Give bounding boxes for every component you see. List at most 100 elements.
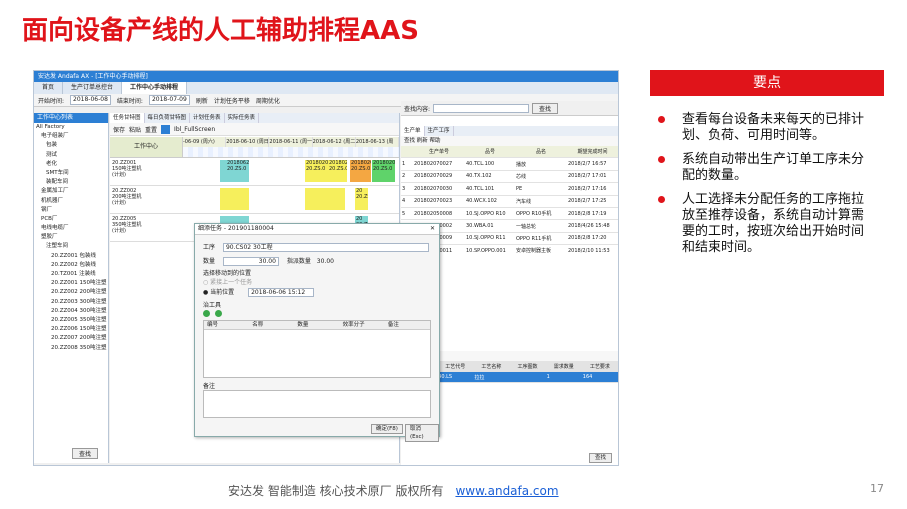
tree-item[interactable]: 装配车间	[34, 178, 108, 187]
table-cell: 40.LS	[437, 371, 474, 383]
fullscreen-button[interactable]: Ibl_FullScreen	[174, 126, 215, 133]
option-current-pos[interactable]: ● 当前位置 2018-06-06 15:12	[203, 287, 315, 297]
tab-plan-task-table[interactable]: 计划任务表	[190, 113, 225, 123]
tree-item[interactable]: 20.ZZ001 包装线	[34, 252, 108, 261]
gantt-day: 2018-06-11 (周一)	[269, 137, 313, 147]
refresh-button[interactable]: 刷新	[417, 138, 428, 144]
tree-item[interactable]: 电子组装厂	[34, 132, 108, 141]
search-label: 查找内容:	[404, 105, 431, 113]
find-button[interactable]: 查找	[404, 138, 415, 144]
key-points-list: 查看每台设备未来每天的已排计划、负荷、可用时间等。 系统自动带出生产订单工序未分…	[658, 112, 870, 264]
task-block[interactable]: 20180620 20.ZS.0	[226, 160, 249, 182]
tab-production-order[interactable]: 生产单	[401, 126, 425, 136]
add-icon[interactable]	[203, 310, 210, 317]
table-cell: 201802070030	[413, 182, 465, 196]
tab-manual-schedule[interactable]: 工作中心手动排程	[122, 82, 188, 94]
task-block[interactable]	[328, 188, 345, 210]
remove-icon[interactable]	[214, 310, 222, 317]
tree-item[interactable]: 20.ZZ008 350吨注塑	[34, 344, 108, 353]
process-select[interactable]: 90.CS02 30工程	[222, 243, 429, 252]
help-button[interactable]: 帮助	[430, 138, 441, 144]
refresh-button[interactable]: 刷新	[196, 96, 208, 105]
cycle-optimize-button[interactable]: 周期优化	[256, 96, 280, 105]
end-date-field[interactable]: 2018-07-09	[148, 95, 190, 105]
process-find-button[interactable]: 查找	[588, 453, 612, 463]
key-point-text: 人工选择未分配任务的工序拖拉放至推荐设备，系统自动计算需要的工时，按班次给出开始…	[682, 192, 865, 255]
process-col: 工艺要求	[581, 361, 618, 372]
tree-item[interactable]: 20.ZZ004 300吨注塑	[34, 307, 108, 316]
tree-item[interactable]: 老化	[34, 160, 108, 169]
select-icon[interactable]	[161, 124, 171, 134]
task-block[interactable]: 2018020 20.ZS.0	[350, 160, 371, 182]
table-cell: OPPO R11手机	[515, 232, 567, 246]
tree-item[interactable]: All Factory	[34, 123, 108, 132]
tree-item[interactable]: 20.ZZ003 300吨注塑	[34, 298, 108, 307]
fixture-label: 治工具	[203, 302, 222, 309]
gantt-day: 2018-06-13 (周	[356, 137, 400, 147]
table-cell: 2018/2/8 17:19	[567, 207, 618, 221]
task-block[interactable]	[226, 188, 249, 210]
col-code: 编号	[207, 322, 219, 328]
tree-item[interactable]: 机机器厂	[34, 197, 108, 206]
position-datetime-input[interactable]: 2018-06-06 15:12	[248, 288, 315, 297]
search-input[interactable]	[433, 103, 530, 113]
gantt-toolbar: 保存 粘贴 重置 Ibl_FullScreen	[110, 123, 399, 136]
tab-production-process[interactable]: 生产工序	[425, 126, 454, 136]
task-block[interactable]: 2018020 20.ZS.0	[372, 160, 395, 182]
tree-item[interactable]: 20.ZZ007 200吨注塑	[34, 334, 108, 343]
tab-order-console[interactable]: 生产订单总控台	[63, 82, 123, 94]
plan-shift-button[interactable]: 计划任务平移	[214, 96, 250, 105]
task-block[interactable]: 20 20.ZS.0	[355, 188, 368, 210]
tree-item[interactable]: PCB厂	[34, 215, 108, 224]
tab-task-gantt[interactable]: 任务甘特图	[110, 113, 145, 123]
tree-item[interactable]: 电线电缆厂	[34, 224, 108, 233]
table-cell: 1	[545, 371, 582, 383]
reset-button[interactable]: 重置	[145, 125, 157, 134]
tree-item[interactable]: 金属加工厂	[34, 187, 108, 196]
search-button[interactable]: 查找	[532, 102, 559, 114]
col-remark: 备注	[387, 322, 399, 328]
tree-item[interactable]: 20.ZZ002 200吨注塑	[34, 288, 108, 297]
option-follow-prev-label: 紧接上一个任务	[210, 279, 253, 286]
table-cell: 40.TX.102	[465, 170, 515, 184]
tree-item[interactable]: 注塑车间	[34, 242, 108, 251]
tree-item[interactable]: 20.ZZ006 150吨注塑	[34, 325, 108, 334]
tree-item[interactable]: SMT车间	[34, 169, 108, 178]
tree-item[interactable]: 20.ZZ001 150吨注塑	[34, 279, 108, 288]
ok-button[interactable]: 确定(F8)	[371, 424, 403, 434]
tab-home[interactable]: 首页	[34, 82, 64, 94]
option-follow-prev[interactable]: ○ 紧接上一个任务	[203, 277, 252, 286]
table-row[interactable]: 5 201802050008 10.SJ.OPPO R10 OPPO R10手机 201…	[401, 207, 618, 221]
qty-row: 数量 30.00 指派数量 30.00	[203, 256, 334, 266]
table-row[interactable]: 3 201802070030 40.TCL.101 PE 2018/2/7 17:16	[401, 182, 618, 196]
table-row[interactable]: 4 201802070023 40.WCX.102 汽车线 2018/2/7 17:25	[401, 195, 618, 208]
qty-input[interactable]: 30.00	[222, 257, 279, 266]
cancel-button[interactable]: 取消(Esc)	[405, 424, 439, 442]
tree-item[interactable]: 测试	[34, 151, 108, 160]
tab-actual-task-table[interactable]: 实际任务表	[225, 113, 260, 123]
close-icon[interactable]: ✕	[430, 224, 435, 234]
tree-item[interactable]: 塑胶厂	[34, 233, 108, 242]
paste-button[interactable]: 粘贴	[129, 125, 141, 134]
key-points-header: 要点	[650, 70, 884, 96]
table-cell: 拉拉	[473, 371, 510, 383]
start-date-field[interactable]: 2018-06-08	[70, 95, 111, 105]
tree-item[interactable]: 20.TZ001 注装线	[34, 270, 108, 279]
save-button[interactable]: 保存	[113, 125, 125, 134]
tree-search-button[interactable]: 查找	[72, 448, 99, 459]
table-cell: 2	[401, 170, 413, 184]
task-block[interactable]: 2018020 20.ZS.0	[305, 160, 328, 182]
bullet-dot-icon	[658, 156, 665, 163]
task-block[interactable]	[305, 188, 328, 210]
sched-qty-label: 指派数量	[286, 258, 311, 265]
table-row[interactable]: 1 201802070027 40.TCL.100 播放 2018/2/7 16:57	[401, 157, 618, 171]
tree-item[interactable]: 包装	[34, 141, 108, 150]
footer-link[interactable]: www.andafa.com	[455, 484, 558, 498]
table-row[interactable]: 2 201802070029 40.TX.102 芯线 2018/2/7 17:01	[401, 170, 618, 184]
tree-item[interactable]: 20.ZZ002 包装线	[34, 261, 108, 270]
note-textarea[interactable]	[203, 390, 431, 418]
tree-item[interactable]: 20.ZZ005 350吨注塑	[34, 316, 108, 325]
task-block[interactable]: 2018020 20.ZS.0	[328, 160, 347, 182]
tree-item[interactable]: 钢厂	[34, 206, 108, 215]
tab-daily-load-gantt[interactable]: 每日负荷甘特图	[145, 113, 191, 123]
